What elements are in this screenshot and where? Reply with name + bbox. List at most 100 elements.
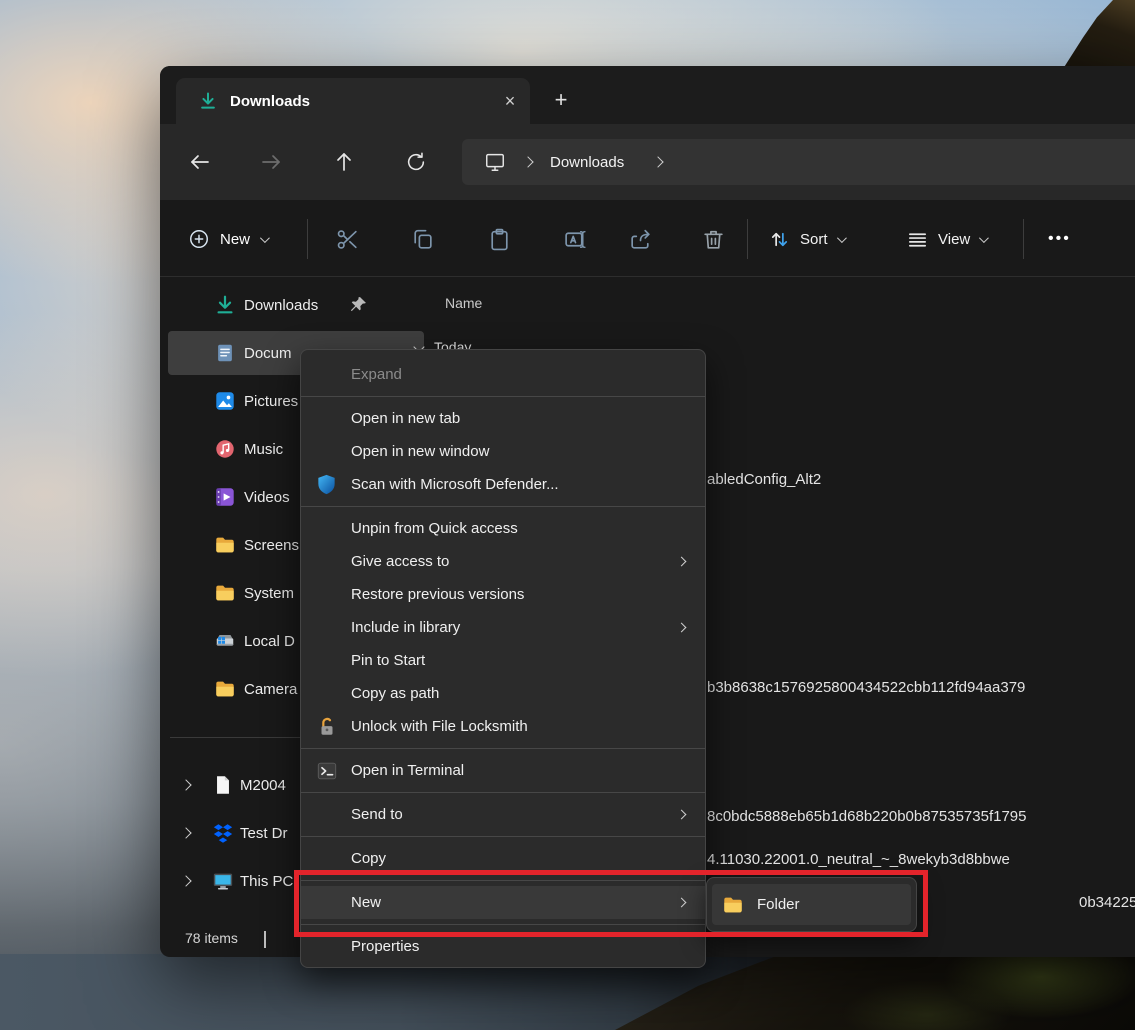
file-name-fragment[interactable]: 4.11030.22001.0_neutral_~_8wekyb3d8bbwe [707, 851, 1010, 868]
sidebar-item-label: Camera [244, 665, 297, 713]
menu-item-label: Open in new window [351, 443, 489, 460]
submenu-arrow-icon [677, 623, 687, 633]
drive-icon [214, 630, 236, 652]
submenu-arrow-icon [677, 557, 687, 567]
menu-divider [301, 396, 705, 397]
forward-button[interactable] [255, 146, 287, 178]
menu-item-label: Copy [351, 850, 386, 867]
file-name-fragment[interactable]: abledConfig_Alt2 [707, 471, 821, 488]
this-pc-icon [484, 151, 506, 173]
more-options-button[interactable]: ••• [1038, 218, 1081, 260]
refresh-button[interactable] [400, 146, 432, 178]
menu-item-restore-previous-versions[interactable]: Restore previous versions [301, 578, 705, 611]
menu-item-expand[interactable]: Expand [301, 358, 705, 391]
sidebar-item-label: Music [244, 425, 283, 473]
tree-item-label: This PC [240, 857, 293, 905]
refresh-icon [405, 151, 427, 173]
sidebar-item-label: Local D [244, 617, 295, 665]
dropbox-icon [212, 822, 234, 844]
new-button[interactable]: New [178, 218, 277, 260]
sidebar-item-downloads[interactable]: Downloads [160, 281, 430, 329]
chevron-right-icon[interactable] [180, 827, 191, 838]
breadcrumb[interactable]: Downloads [462, 139, 1135, 185]
paste-icon [487, 227, 512, 252]
view-list-icon [906, 228, 929, 251]
share-button[interactable] [618, 217, 662, 261]
rename-button[interactable] [553, 217, 597, 261]
menu-item-open-in-new-tab[interactable]: Open in new tab [301, 402, 705, 435]
plus-circle-icon [188, 228, 210, 250]
menu-divider [301, 506, 705, 507]
toolbar-divider [307, 219, 308, 259]
view-button[interactable]: View [898, 218, 994, 260]
menu-item-copy-as-path[interactable]: Copy as path [301, 677, 705, 710]
menu-item-open-in-new-window[interactable]: Open in new window [301, 435, 705, 468]
breadcrumb-chevron-icon [522, 156, 533, 167]
chevron-down-icon [979, 233, 989, 243]
sidebar-item-label: System [244, 569, 294, 617]
tree-item-label: M2004 [240, 761, 286, 809]
sidebar-item-label: Downloads [244, 281, 318, 329]
videos-icon [214, 486, 236, 508]
paste-button[interactable] [477, 217, 521, 261]
menu-item-label: Expand [351, 366, 402, 383]
chevron-right-icon[interactable] [180, 875, 191, 886]
menu-item-label: Unlock with File Locksmith [351, 718, 528, 735]
menu-item-label: Scan with Microsoft Defender... [351, 476, 559, 493]
menu-item-label: Open in new tab [351, 410, 460, 427]
menu-item-label: Properties [351, 938, 419, 955]
tab-close-icon[interactable]: × [496, 87, 524, 115]
sort-icon [768, 228, 791, 251]
menu-divider [301, 836, 705, 837]
tab-strip: Downloads × + [160, 66, 1135, 124]
menu-item-give-access-to[interactable]: Give access to [301, 545, 705, 578]
file-icon [212, 774, 234, 796]
sort-label: Sort [800, 231, 828, 248]
copy-icon [410, 227, 435, 252]
view-label: View [938, 231, 970, 248]
menu-item-send-to[interactable]: Send to [301, 798, 705, 831]
menu-divider [301, 748, 705, 749]
items-count: 78 items [185, 930, 238, 946]
pictures-icon [214, 390, 236, 412]
desktop: Downloads × + Down [0, 0, 1135, 1030]
menu-item-open-in-terminal[interactable]: Open in Terminal [301, 754, 705, 787]
tree-item-label: Test Dr [240, 809, 288, 857]
menu-item-unlock-with-file-locksmith[interactable]: Unlock with File Locksmith [301, 710, 705, 743]
breadcrumb-chevron-icon[interactable] [653, 156, 664, 167]
column-header-name[interactable]: Name [445, 295, 482, 311]
annotation-highlight-box [294, 870, 928, 937]
menu-item-scan-with-defender[interactable]: Scan with Microsoft Defender... [301, 468, 705, 501]
sort-button[interactable]: Sort [760, 218, 852, 260]
sidebar-item-label: Docum [244, 329, 292, 377]
trash-icon [701, 227, 726, 252]
new-button-label: New [220, 231, 250, 248]
menu-item-pin-to-start[interactable]: Pin to Start [301, 644, 705, 677]
menu-item-label: Include in library [351, 619, 460, 636]
chevron-down-icon [836, 233, 846, 243]
documents-icon [214, 342, 236, 364]
chevron-down-icon [260, 233, 270, 243]
menu-item-label: Send to [351, 806, 403, 823]
menu-item-label: Copy as path [351, 685, 439, 702]
file-name-fragment[interactable]: 0b3422557586f645 [1079, 894, 1135, 911]
file-name-fragment[interactable]: b3b8638c1576925800434522cbb112fd94aa379 [707, 679, 1025, 696]
up-button[interactable] [328, 146, 360, 178]
tab-title: Downloads [230, 93, 310, 110]
new-tab-button[interactable]: + [545, 84, 577, 116]
menu-item-include-in-library[interactable]: Include in library [301, 611, 705, 644]
file-name-fragment[interactable]: 8c0bdc5888eb65b1d68b220b0b87535735f1795 [707, 808, 1027, 825]
command-bar: New [160, 200, 1135, 277]
copy-button[interactable] [400, 217, 444, 261]
menu-item-label: Unpin from Quick access [351, 520, 518, 537]
tab-downloads[interactable]: Downloads × [176, 78, 530, 124]
breadcrumb-segment[interactable]: Downloads [550, 154, 624, 171]
chevron-right-icon[interactable] [180, 779, 191, 790]
pin-icon [348, 295, 368, 315]
toolbar-divider [1023, 219, 1024, 259]
cut-button[interactable] [325, 217, 369, 261]
delete-button[interactable] [691, 217, 735, 261]
padlock-icon [314, 714, 339, 739]
menu-item-unpin-from-quick-access[interactable]: Unpin from Quick access [301, 512, 705, 545]
back-button[interactable] [184, 146, 216, 178]
